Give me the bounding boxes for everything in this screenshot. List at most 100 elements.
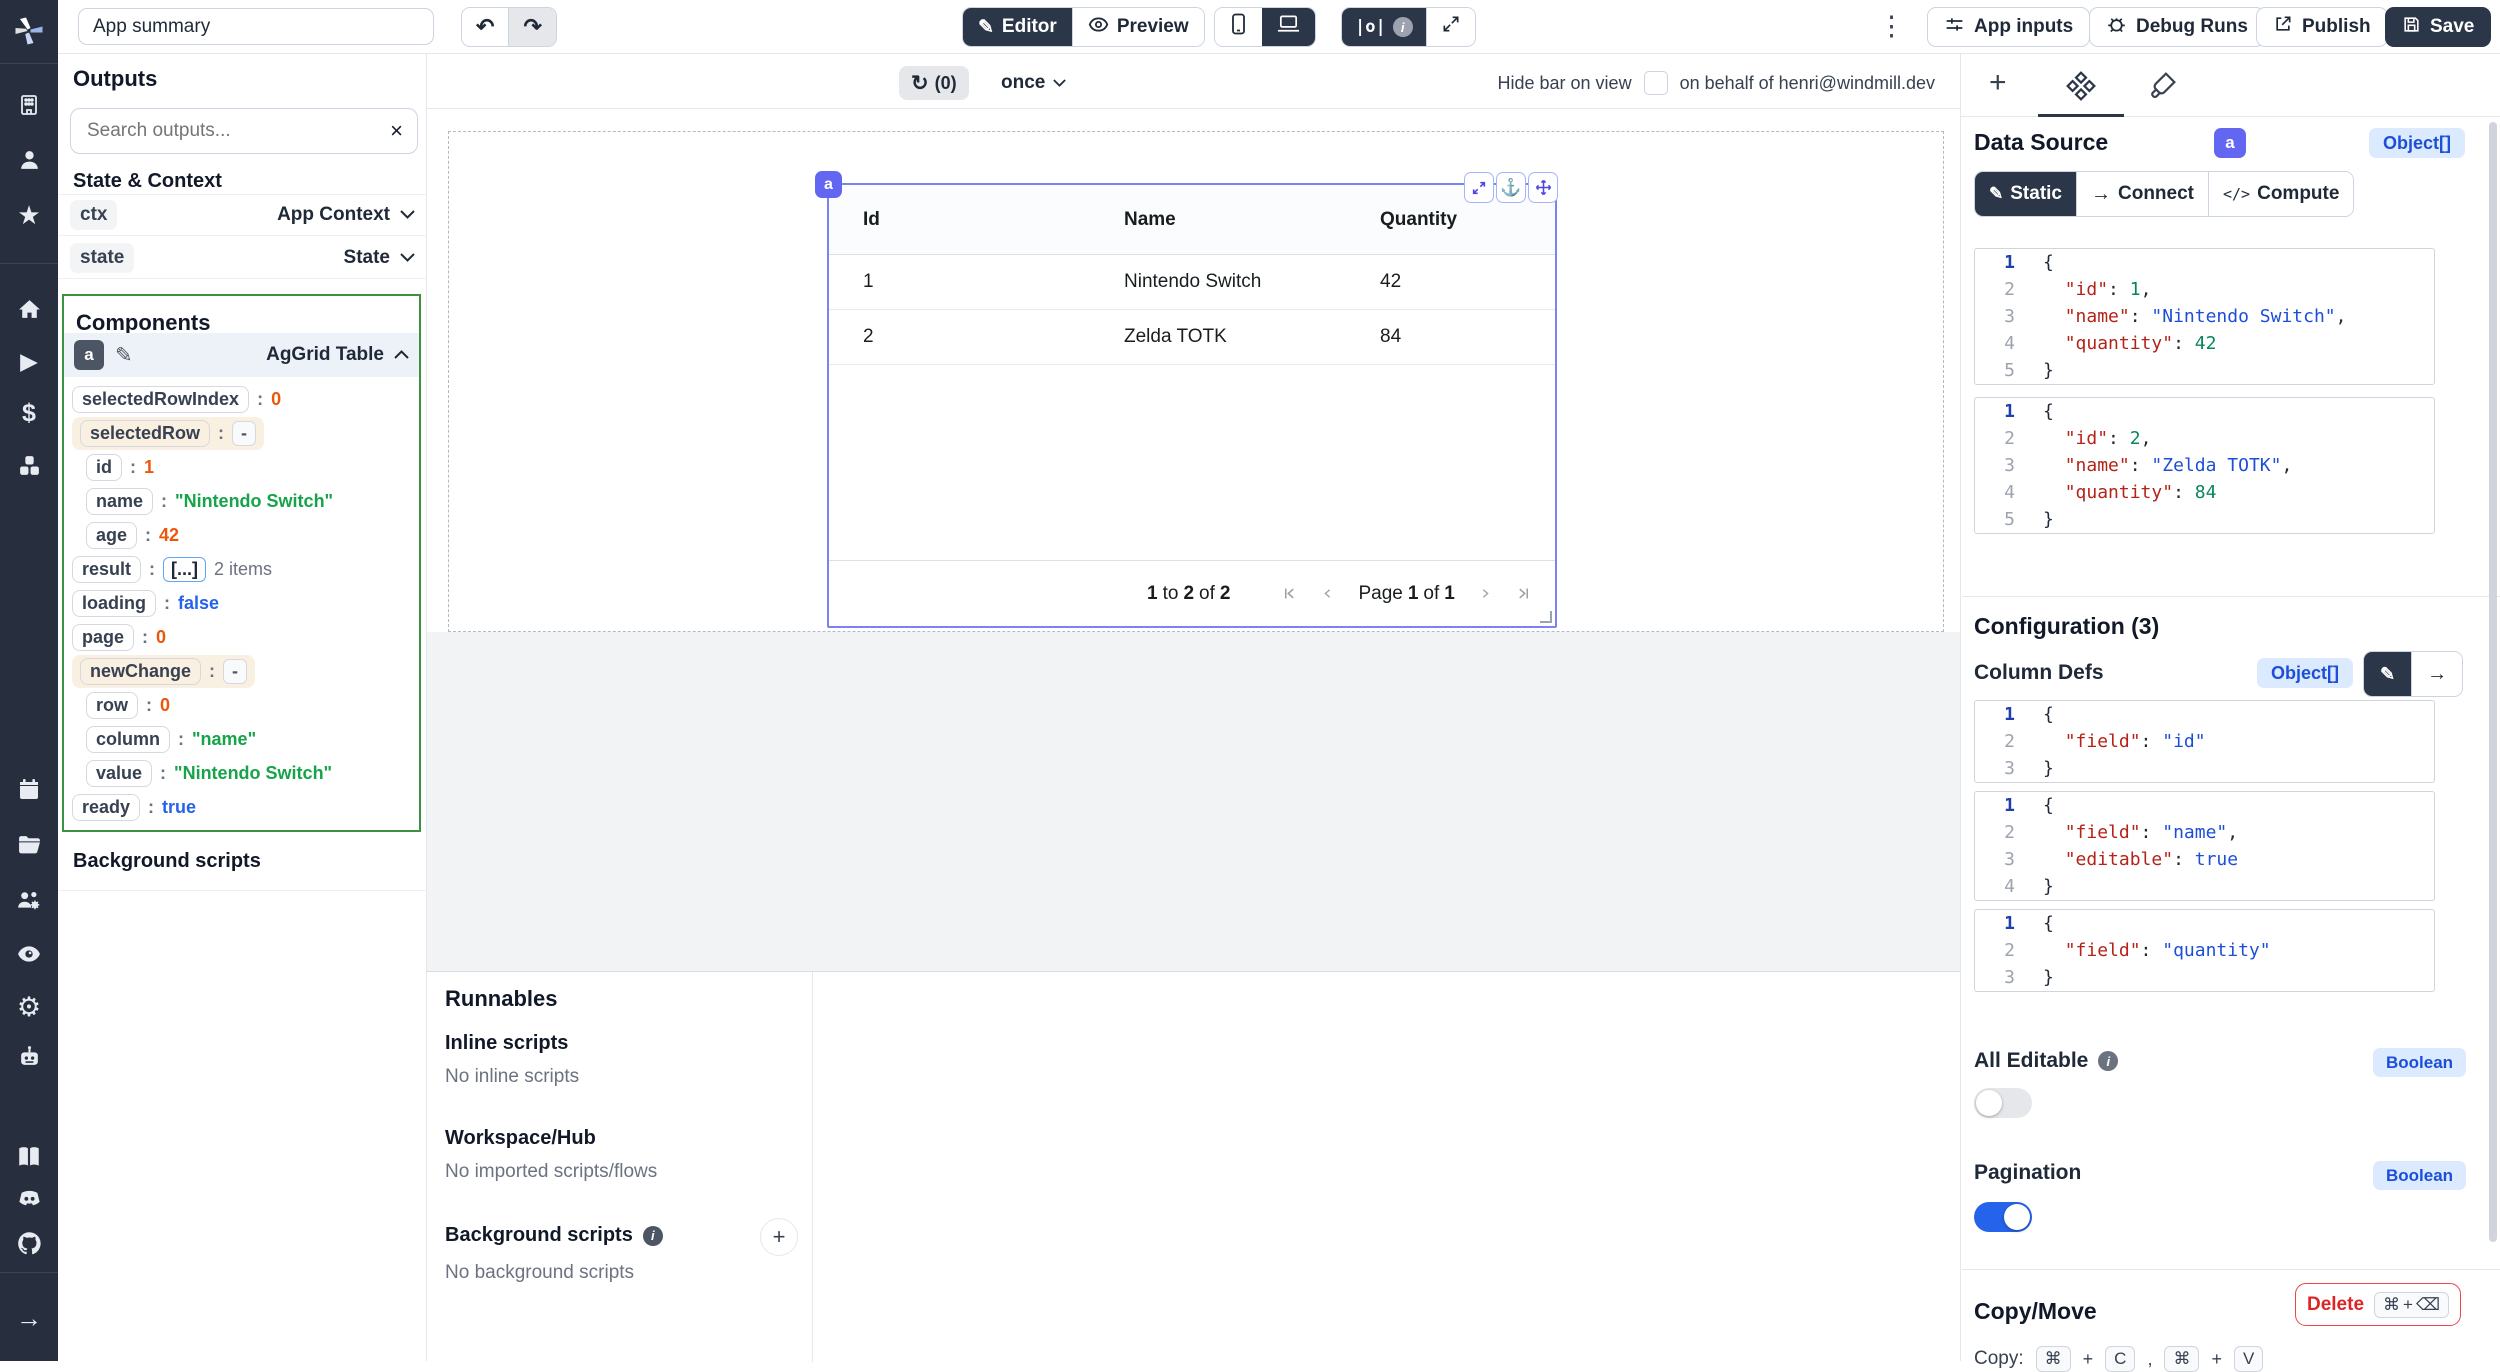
toolbar-right: Hide bar on view on behalf of henri@wind… xyxy=(1498,66,1936,100)
output-row[interactable]: result:[...]2 items xyxy=(72,554,272,584)
variables-dollar-icon[interactable]: $ xyxy=(0,401,58,426)
sliders-icon xyxy=(1944,14,1965,41)
data-source-json-editor[interactable]: 1{ 2 "id": 2, 3 "name": "Zelda TOTK", 4 … xyxy=(1974,397,2435,534)
pagination-toggle[interactable] xyxy=(1974,1202,2032,1232)
save-button[interactable]: Save xyxy=(2385,7,2491,47)
debug-runs-button[interactable]: Debug Runs xyxy=(2089,7,2265,47)
data-source-title: Data Source xyxy=(1974,129,2108,156)
clear-search-icon[interactable]: × xyxy=(390,118,403,144)
add-background-script-button[interactable]: + xyxy=(760,1218,798,1256)
component-anchor-button[interactable]: ⚓ xyxy=(1496,172,1526,203)
hide-bar-checkbox[interactable] xyxy=(1644,71,1668,95)
column-header[interactable]: Quantity xyxy=(1363,209,1555,231)
settings-gear-icon[interactable]: ⚙ xyxy=(0,994,58,1021)
save-icon xyxy=(2402,15,2421,40)
table-row[interactable]: 1 Nintendo Switch 42 xyxy=(829,255,1555,310)
output-row[interactable]: loading:false xyxy=(72,588,219,618)
output-row[interactable]: id:1 xyxy=(86,452,154,482)
editor-preview-toggle: ✎ Editor Preview xyxy=(962,7,1205,47)
column-def-json-editor[interactable]: 1{ 2 "field": "name", 3 "editable": true… xyxy=(1974,791,2435,901)
right-panel-scrollbar[interactable] xyxy=(2489,122,2497,1242)
column-header[interactable]: Name xyxy=(1107,209,1363,231)
table-row[interactable]: 2 Zelda TOTK 84 xyxy=(829,310,1555,365)
redo-button[interactable]: ↷ xyxy=(508,8,555,46)
search-outputs-input[interactable] xyxy=(85,119,390,143)
first-page-icon[interactable] xyxy=(1282,586,1297,601)
inline-scripts-title: Inline scripts xyxy=(445,1032,568,1055)
folders-icon[interactable] xyxy=(0,832,58,857)
kebab-menu-icon[interactable]: ⋮ xyxy=(1878,11,1905,42)
mobile-view-button[interactable] xyxy=(1215,8,1262,46)
ctx-row[interactable]: ctx App Context xyxy=(58,194,427,236)
favorites-star-icon[interactable]: ★ xyxy=(0,202,58,228)
prev-page-icon[interactable] xyxy=(1321,586,1334,601)
outputs-panel: Outputs × State & Context ctx App Contex… xyxy=(58,53,427,1361)
info-icon: i xyxy=(1393,17,1413,37)
edit-id-pencil-icon[interactable]: ✎ xyxy=(115,343,133,368)
state-row[interactable]: state State xyxy=(58,237,427,279)
runs-play-icon[interactable]: ▶ xyxy=(0,350,58,373)
output-row[interactable]: page:0 xyxy=(72,622,166,652)
aggrid-table-component[interactable]: Id Name Quantity 1 Nintendo Switch 42 2 … xyxy=(827,183,1557,628)
all-editable-toggle[interactable] xyxy=(1974,1088,2032,1118)
component-id-tag[interactable]: a xyxy=(815,171,842,198)
component-settings-tab-icon[interactable] xyxy=(2066,71,2096,106)
resize-handle[interactable] xyxy=(1540,611,1552,623)
edit-mode-pencil-button[interactable]: ✎ xyxy=(2364,652,2411,696)
all-editable-setting: All Editable i xyxy=(1974,1049,2118,1073)
output-row[interactable]: newChange:- xyxy=(72,656,255,686)
home-icon[interactable] xyxy=(0,297,58,322)
output-row[interactable]: name:"Nintendo Switch" xyxy=(86,486,333,516)
editor-tab[interactable]: ✎ Editor xyxy=(963,8,1072,46)
docs-book-icon[interactable] xyxy=(0,1144,58,1170)
insert-component-tab-plus-icon[interactable]: + xyxy=(1989,66,2007,100)
output-row[interactable]: ready:true xyxy=(72,792,196,822)
styling-brush-tab-icon[interactable] xyxy=(2149,70,2178,104)
output-row[interactable]: value:"Nintendo Switch" xyxy=(86,758,332,788)
connect-tab[interactable]: → Connect xyxy=(2076,172,2208,216)
undo-button[interactable]: ↶ xyxy=(462,8,508,46)
section-divider xyxy=(1962,1269,2500,1270)
resources-cubes-icon[interactable] xyxy=(0,453,58,478)
column-def-json-editor[interactable]: 1{ 2 "field": "id" 3} xyxy=(1974,700,2435,783)
external-link-icon xyxy=(2273,14,2293,40)
column-def-json-editor[interactable]: 1{ 2 "field": "quantity" 3} xyxy=(1974,909,2435,992)
ai-robot-icon[interactable] xyxy=(0,1044,58,1069)
preview-tab[interactable]: Preview xyxy=(1072,8,1204,46)
output-row[interactable]: age:42 xyxy=(86,520,179,550)
compute-tab[interactable]: </> Compute xyxy=(2208,172,2353,216)
output-row[interactable]: selectedRowIndex:0 xyxy=(72,384,281,414)
audit-eye-icon[interactable] xyxy=(0,941,58,967)
refresh-button[interactable]: ↻ (0) xyxy=(899,66,969,100)
publish-button[interactable]: Publish xyxy=(2256,7,2388,47)
desktop-view-button[interactable] xyxy=(1262,8,1315,46)
output-row[interactable]: selectedRow:- xyxy=(72,418,264,448)
component-expand-button[interactable] xyxy=(1464,172,1494,203)
outputs-bar-toggle[interactable]: |o| i xyxy=(1342,8,1426,46)
trigger-mode-dropdown[interactable]: once xyxy=(1001,66,1066,100)
output-row[interactable]: row:0 xyxy=(86,690,170,720)
component-move-button[interactable] xyxy=(1528,172,1558,203)
expand-rail-arrow-icon[interactable]: → xyxy=(0,1305,58,1331)
static-tab[interactable]: ✎ Static xyxy=(1975,172,2076,216)
discord-icon[interactable] xyxy=(0,1185,58,1212)
next-page-icon[interactable] xyxy=(1479,586,1492,601)
schedules-calendar-icon[interactable] xyxy=(0,777,58,801)
app-inputs-button[interactable]: App inputs xyxy=(1927,7,2090,47)
column-header[interactable]: Id xyxy=(829,209,1107,231)
app-summary-input[interactable] xyxy=(78,8,434,45)
fullscreen-button[interactable] xyxy=(1426,8,1475,46)
delete-component-button[interactable]: Delete ⌘+⌫ xyxy=(2295,1283,2461,1326)
aggrid-component-header[interactable]: a ✎ AgGrid Table xyxy=(64,333,419,377)
workers-users-gear-icon[interactable] xyxy=(0,887,58,913)
windmill-logo-icon[interactable] xyxy=(0,13,58,49)
user-icon[interactable] xyxy=(0,147,58,172)
workspace-building-icon[interactable] xyxy=(0,93,58,117)
data-source-json-editor[interactable]: 1{ 2 "id": 1, 3 "name": "Nintendo Switch… xyxy=(1974,248,2435,385)
github-icon[interactable] xyxy=(0,1230,58,1257)
last-page-icon[interactable] xyxy=(1516,586,1531,601)
canvas-gray-region xyxy=(427,632,1960,971)
output-row[interactable]: column:"name" xyxy=(86,724,256,754)
row-range-label: 1to2of2 xyxy=(1147,583,1230,605)
connect-mode-arrow-button[interactable]: → xyxy=(2411,652,2462,696)
